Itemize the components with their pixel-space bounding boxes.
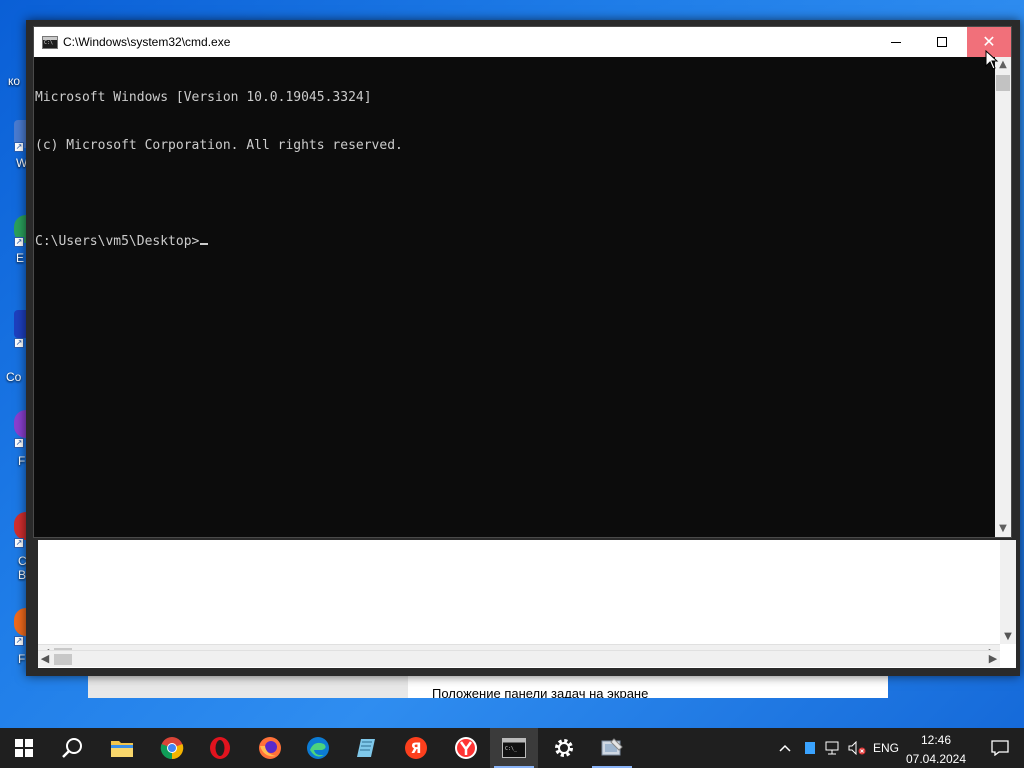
text-cursor	[200, 243, 209, 245]
shortcut-arrow-icon: ↗	[14, 237, 24, 247]
console-line: Microsoft Windows [Version 10.0.19045.33…	[35, 90, 372, 105]
scroll-left-icon[interactable]: ◀	[38, 652, 52, 665]
taskbar-chrome[interactable]	[148, 728, 196, 768]
clock-date: 07.04.2024	[905, 752, 967, 766]
taskbar-firefox[interactable]	[246, 728, 294, 768]
maximize-icon	[937, 37, 947, 47]
desktop-icon-label: ко	[8, 74, 21, 88]
taskbar-control-panel[interactable]	[588, 728, 636, 768]
windows-logo-icon	[15, 739, 33, 757]
yandex-browser-icon	[455, 737, 477, 759]
shortcut-arrow-icon: ↗	[14, 538, 24, 548]
language-indicator[interactable]: ENG	[870, 728, 902, 768]
desktop-icon-label: F	[18, 454, 26, 468]
clock-time: 12:46	[920, 733, 952, 747]
mouse-pointer-icon	[985, 50, 999, 70]
taskbar: Я C:\_ ENG 12:46 07.04.2024	[0, 728, 1024, 768]
shortcut-arrow-icon: ↗	[14, 636, 24, 646]
terminal-icon: C:\_	[502, 738, 526, 758]
notepad-icon	[357, 739, 375, 757]
folder-icon	[111, 741, 133, 757]
taskbar-notepad[interactable]	[342, 728, 390, 768]
shortcut-arrow-icon: ↗	[14, 438, 24, 448]
taskbar-settings[interactable]	[540, 728, 588, 768]
tray-app-button[interactable]	[800, 728, 820, 768]
notification-icon	[991, 740, 1009, 756]
network-icon	[825, 741, 839, 755]
scroll-down-icon[interactable]: ▼	[995, 521, 1011, 537]
chevron-up-icon	[779, 744, 791, 752]
taskbar-yandex-browser[interactable]	[442, 728, 490, 768]
search-icon	[62, 738, 82, 758]
close-icon: ✕	[982, 32, 996, 51]
network-button[interactable]	[822, 728, 844, 768]
shortcut-arrow-icon: ↗	[14, 142, 24, 152]
scroll-right-icon[interactable]: ▶	[986, 652, 1000, 665]
svg-text:Я: Я	[411, 741, 422, 757]
desktop-icon-label: B	[18, 568, 27, 582]
title-bar[interactable]: C:\Windows\system32\cmd.exe ✕	[34, 27, 1011, 57]
horizontal-scrollbar[interactable]: ◀ ▶	[38, 650, 1000, 667]
language-label: ENG	[872, 741, 899, 755]
taskbar-opera[interactable]	[196, 728, 244, 768]
cmd-window[interactable]: C:\Windows\system32\cmd.exe ✕ Microsoft …	[33, 26, 1012, 538]
start-button[interactable]	[0, 728, 48, 768]
window-title: C:\Windows\system32\cmd.exe	[63, 35, 231, 49]
chrome-icon	[160, 737, 184, 760]
minimize-button[interactable]	[873, 27, 919, 57]
minimize-icon	[891, 41, 901, 43]
clock[interactable]: 12:46 07.04.2024	[900, 731, 972, 767]
taskbar-position-label: Положение панели задач на экране	[432, 686, 649, 698]
taskbar-edge[interactable]	[294, 728, 342, 768]
control-panel-icon	[601, 738, 623, 756]
volume-muted-icon	[848, 741, 866, 755]
desktop-icon-label: Co	[6, 370, 22, 384]
background-window-content: ▼ ◀ ▶	[38, 540, 1016, 668]
volume-button[interactable]	[846, 728, 868, 768]
command-prompt: C:\Users\vm5\Desktop>	[35, 234, 200, 249]
firefox-icon	[259, 737, 281, 759]
taskbar-yandex[interactable]: Я	[392, 728, 440, 768]
maximize-button[interactable]	[919, 27, 965, 57]
show-hidden-icons-button[interactable]	[774, 728, 796, 768]
tray-app-icon	[805, 742, 815, 754]
notifications-button[interactable]	[976, 728, 1024, 768]
vertical-scrollbar[interactable]: ▼	[1000, 540, 1016, 644]
console-output[interactable]: Microsoft Windows [Version 10.0.19045.33…	[34, 57, 996, 537]
scroll-down-icon[interactable]: ▼	[1000, 631, 1016, 642]
yandex-icon: Я	[405, 737, 427, 759]
desktop-icon-label: F	[18, 652, 26, 666]
shortcut-arrow-icon: ↗	[14, 338, 24, 348]
scroll-thumb[interactable]	[54, 654, 72, 665]
taskbar-cmd[interactable]: C:\_	[490, 728, 538, 768]
gear-icon	[555, 739, 573, 757]
opera-icon	[210, 737, 230, 759]
edge-icon	[307, 737, 329, 759]
svg-text:C:\_: C:\_	[505, 746, 518, 752]
prompt-line[interactable]: C:\Users\vm5\Desktop>	[35, 234, 996, 250]
console-line: (c) Microsoft Corporation. All rights re…	[35, 138, 403, 153]
desktop-icon-label: E	[16, 251, 25, 265]
scroll-thumb[interactable]	[996, 75, 1010, 91]
search-button[interactable]	[48, 728, 96, 768]
cmd-app-icon[interactable]	[42, 36, 58, 49]
console-vertical-scrollbar[interactable]: ▲ ▼	[995, 57, 1011, 537]
taskbar-file-explorer[interactable]	[98, 728, 146, 768]
